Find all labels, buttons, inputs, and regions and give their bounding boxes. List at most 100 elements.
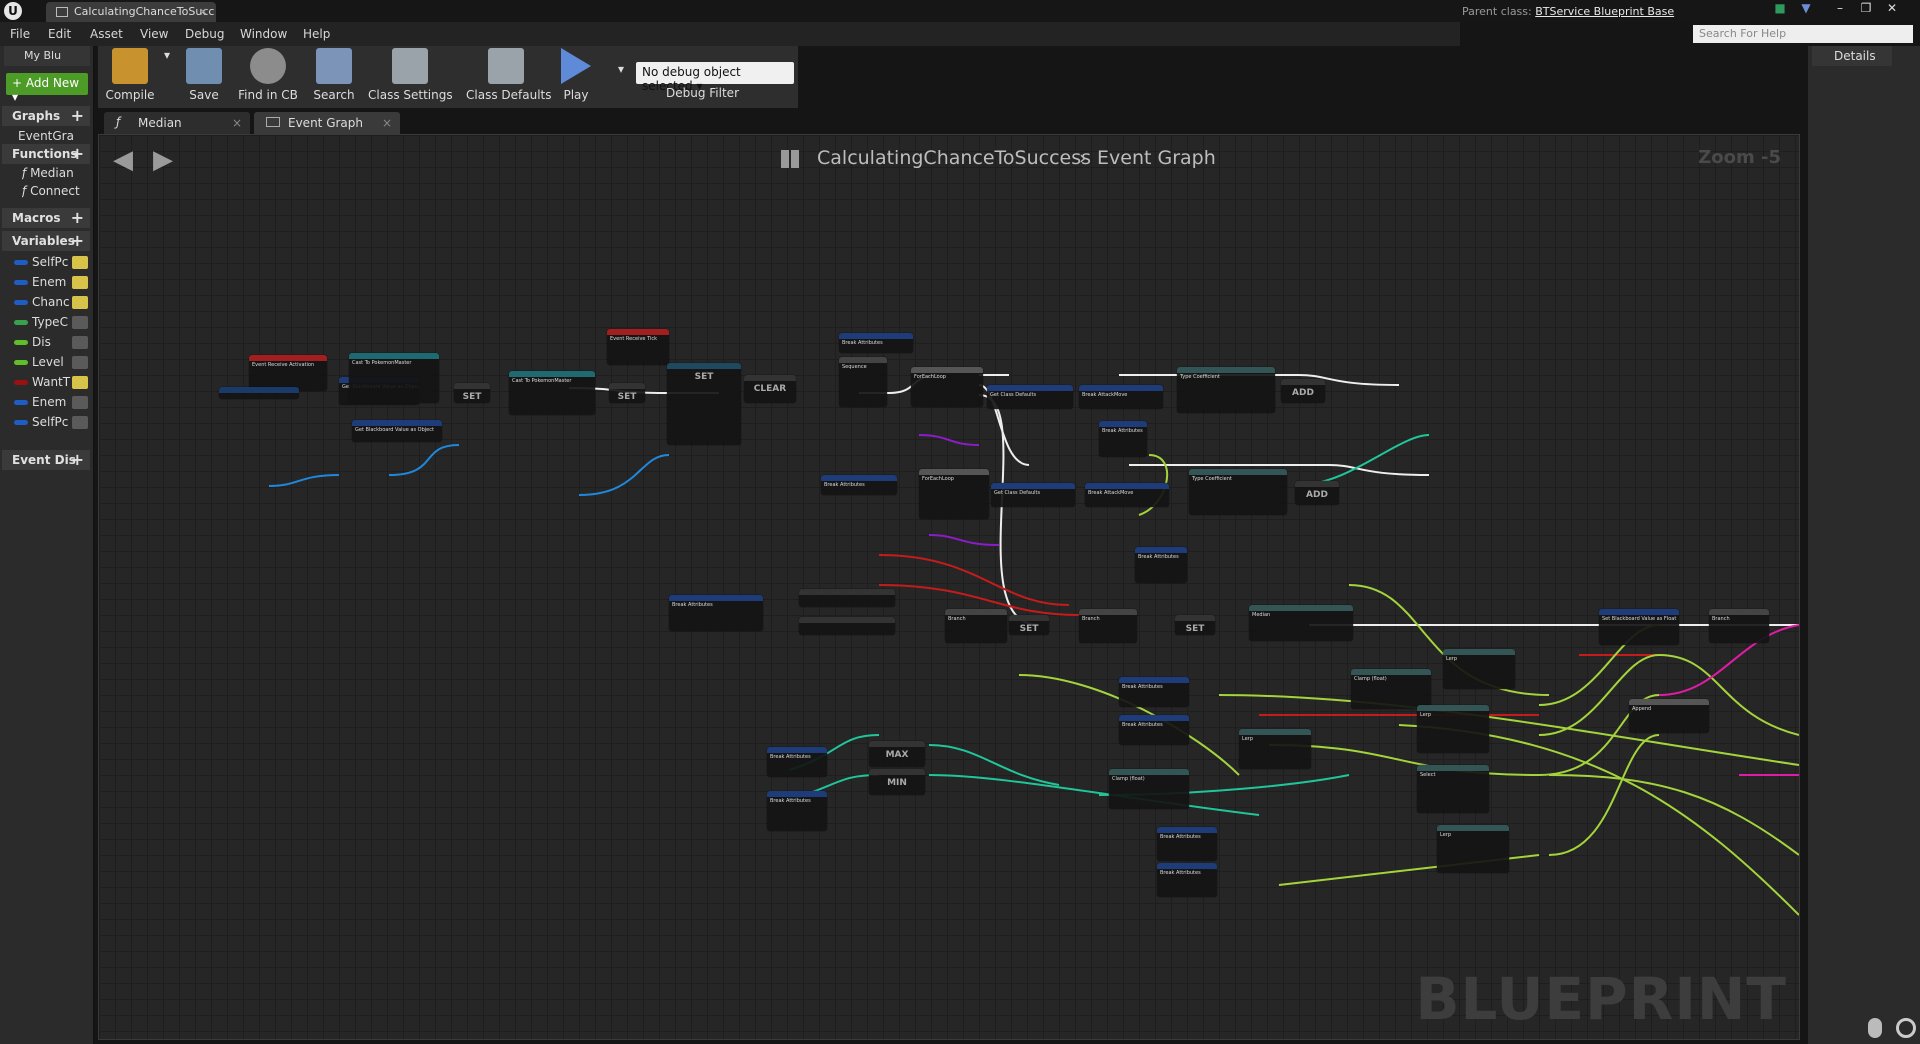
blueprint-node[interactable]: Break Attributes bbox=[1157, 827, 1217, 861]
document-tab[interactable]: CalculatingChanceToSucc × bbox=[46, 2, 216, 22]
event-graph-canvas[interactable]: ◀ ▶ CalculatingChanceToSuccess › Event G… bbox=[98, 134, 1800, 1040]
blueprint-node[interactable]: SET bbox=[1009, 615, 1049, 635]
functions-section[interactable]: Functions + bbox=[2, 144, 90, 164]
blueprint-node[interactable]: Type Coefficient bbox=[1177, 367, 1275, 413]
blueprint-node[interactable]: Lerp bbox=[1443, 649, 1515, 689]
graphs-section[interactable]: Graphs + bbox=[2, 106, 90, 126]
blueprint-node[interactable]: Break Attributes bbox=[1099, 421, 1147, 457]
variable-item[interactable]: Enem bbox=[12, 275, 92, 291]
event-dispatchers-section[interactable]: Event Dis + bbox=[2, 450, 90, 470]
restore-icon[interactable]: ❐ bbox=[1856, 1, 1876, 17]
variables-section[interactable]: Variables + bbox=[2, 231, 90, 251]
find-in-cb-button[interactable]: Find in CB bbox=[238, 48, 298, 106]
blueprint-node[interactable]: MAX bbox=[869, 741, 925, 767]
blueprint-node[interactable]: Select bbox=[1417, 765, 1489, 813]
blueprint-node[interactable] bbox=[219, 387, 299, 399]
blueprint-node[interactable]: Set Blackboard Value as Float bbox=[1599, 609, 1679, 645]
parent-class-link[interactable]: BTService Blueprint Base bbox=[1535, 5, 1674, 18]
blueprint-node[interactable] bbox=[799, 617, 895, 635]
menu-asset[interactable]: Asset bbox=[90, 27, 123, 41]
play-button[interactable]: Play bbox=[554, 48, 598, 106]
blueprint-node[interactable]: CLEAR bbox=[744, 375, 796, 403]
visibility-eye-icon[interactable] bbox=[72, 296, 88, 309]
blueprint-node[interactable]: Branch bbox=[1709, 609, 1769, 643]
close-icon[interactable]: × bbox=[382, 116, 392, 130]
blueprint-node[interactable]: Break AttackMove bbox=[1079, 385, 1163, 409]
blueprint-node[interactable]: Append bbox=[1629, 699, 1709, 733]
visibility-eye-icon[interactable] bbox=[72, 276, 88, 289]
blueprint-node[interactable]: Break Attributes bbox=[1135, 547, 1187, 583]
function-item-median[interactable]: ƒ Median bbox=[22, 166, 92, 180]
blueprint-node[interactable]: Get Class Defaults bbox=[991, 483, 1075, 507]
blueprint-node[interactable]: SET bbox=[1175, 615, 1215, 635]
debug-object-select[interactable]: No debug object selected ▾ bbox=[636, 62, 794, 93]
variable-item[interactable]: TypeC bbox=[12, 315, 92, 331]
menu-edit[interactable]: Edit bbox=[48, 27, 71, 41]
blueprint-node[interactable]: ADD bbox=[1281, 379, 1325, 403]
blueprint-node[interactable]: Break Attributes bbox=[1119, 677, 1189, 707]
blueprint-node[interactable]: Cast To PokemonMaster bbox=[509, 371, 595, 415]
menu-window[interactable]: Window bbox=[240, 27, 287, 41]
blueprint-node[interactable]: SET bbox=[667, 363, 741, 445]
blueprint-node[interactable]: SET bbox=[454, 383, 490, 403]
add-macro-icon[interactable]: + bbox=[71, 208, 84, 227]
graph-item-eventgraph[interactable]: EventGra bbox=[18, 129, 88, 143]
variable-item[interactable]: Dis bbox=[12, 335, 92, 351]
add-new-button[interactable]: + Add New ▾ bbox=[6, 73, 88, 104]
visibility-eye-icon[interactable] bbox=[72, 336, 88, 349]
visibility-eye-icon[interactable] bbox=[72, 356, 88, 369]
menu-file[interactable]: File bbox=[10, 27, 30, 41]
blueprint-node[interactable]: Break Attributes bbox=[1119, 715, 1189, 745]
variable-item[interactable]: Level bbox=[12, 355, 92, 371]
close-icon[interactable]: × bbox=[199, 5, 208, 18]
blueprint-node[interactable]: Lerp bbox=[1417, 705, 1489, 753]
play-options-icon[interactable]: ▾ bbox=[614, 62, 628, 120]
tab-median[interactable]: Median ƒ × bbox=[104, 112, 250, 134]
microphone-icon[interactable] bbox=[1868, 1018, 1882, 1038]
blueprint-node[interactable]: Type Coefficient bbox=[1189, 469, 1287, 515]
close-icon[interactable]: × bbox=[232, 116, 242, 130]
blueprint-node[interactable] bbox=[799, 589, 895, 607]
visibility-eye-icon[interactable] bbox=[72, 396, 88, 409]
details-tab[interactable]: Details bbox=[1812, 46, 1892, 66]
blueprint-node[interactable]: Branch bbox=[1079, 609, 1137, 643]
tab-event-graph[interactable]: Event Graph × bbox=[254, 112, 400, 134]
blueprint-node[interactable]: Get Class Defaults bbox=[987, 385, 1073, 409]
blueprint-node[interactable]: Sequence bbox=[839, 357, 887, 407]
menu-debug[interactable]: Debug bbox=[185, 27, 224, 41]
variable-item[interactable]: SelfPc bbox=[12, 415, 92, 431]
visibility-eye-icon[interactable] bbox=[72, 376, 88, 389]
add-function-icon[interactable]: + bbox=[71, 144, 84, 163]
blueprint-node[interactable]: Branch bbox=[945, 609, 1007, 643]
menu-view[interactable]: View bbox=[140, 27, 168, 41]
compile-button[interactable]: Compile bbox=[104, 48, 156, 106]
blueprint-node[interactable]: Break Attributes bbox=[669, 595, 763, 631]
blueprint-node[interactable]: ForEachLoop bbox=[911, 367, 983, 407]
chat-icon[interactable]: ■ bbox=[1770, 1, 1790, 17]
refresh-icon[interactable] bbox=[1896, 1018, 1916, 1038]
blueprint-node[interactable]: Break Attributes bbox=[767, 747, 827, 777]
blueprint-node[interactable]: ForEachLoop bbox=[919, 469, 989, 519]
save-button[interactable]: Save bbox=[186, 48, 222, 106]
blueprint-node[interactable]: Clamp (float) bbox=[1109, 769, 1189, 809]
variable-item[interactable]: SelfPc bbox=[12, 255, 92, 271]
macros-section[interactable]: Macros + bbox=[2, 208, 90, 228]
variable-item[interactable]: Chanc bbox=[12, 295, 92, 311]
blueprint-node[interactable]: Clamp (float) bbox=[1351, 669, 1431, 709]
menu-help[interactable]: Help bbox=[303, 27, 330, 41]
blueprint-node[interactable]: Lerp bbox=[1239, 729, 1311, 769]
class-settings-button[interactable]: Class Settings bbox=[368, 48, 453, 106]
blueprint-node[interactable]: Lerp bbox=[1437, 825, 1509, 873]
search-button[interactable]: Search bbox=[312, 48, 356, 106]
blueprint-node[interactable]: Break AttackMove bbox=[1085, 483, 1169, 507]
blueprint-node[interactable]: Event Receive Tick bbox=[607, 329, 669, 365]
blueprint-node[interactable]: Event Receive Activation bbox=[249, 355, 327, 391]
blueprint-node[interactable]: ADD bbox=[1295, 481, 1339, 505]
blueprint-node[interactable]: Cast To PokemonMaster bbox=[349, 353, 439, 403]
blueprint-node[interactable]: MIN bbox=[869, 769, 925, 795]
visibility-eye-icon[interactable] bbox=[72, 256, 88, 269]
compile-options-icon[interactable]: ▾ bbox=[160, 48, 174, 106]
minimize-icon[interactable]: – bbox=[1830, 1, 1850, 17]
function-item-connect[interactable]: ƒ Connect bbox=[22, 184, 92, 198]
add-graph-icon[interactable]: + bbox=[71, 106, 84, 125]
